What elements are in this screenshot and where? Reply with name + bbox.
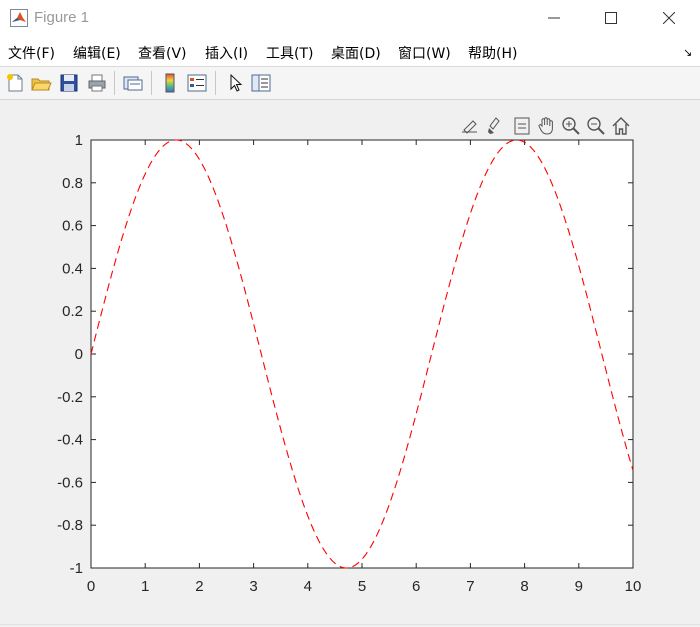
x-tick-label: 1 [141,578,149,595]
x-tick-labels: 0 1 2 3 4 5 6 7 8 9 10 [87,578,642,595]
x-tick-label: 6 [412,578,420,595]
x-tick-label: 3 [249,578,257,595]
y-tick-label: -1 [70,560,83,577]
x-tick-label: 7 [466,578,474,595]
x-tick-label: 10 [625,578,642,595]
y-tick-label: 0 [75,346,83,363]
y-tick-label: 0.2 [62,303,83,320]
y-tick-label: 0.4 [62,260,83,277]
y-tick-label: -0.8 [57,517,83,534]
y-tick-label: 1 [75,132,83,149]
y-tick-label: -0.6 [57,474,83,491]
y-tick-label: -0.4 [57,432,83,449]
y-tick-label: 0.8 [62,175,83,192]
x-tick-label: 8 [520,578,528,595]
x-tick-label: 2 [195,578,203,595]
x-tick-label: 5 [358,578,366,595]
x-tick-label: 0 [87,578,95,595]
x-tick-label: 4 [304,578,312,595]
x-tick-label: 9 [575,578,583,595]
plot-canvas: 0 1 2 3 4 5 6 7 8 9 10 -1 -0.8 -0.6 -0.4 -0.2 0 0.2 0.4 0.… [57,132,642,595]
y-tick-label: 0.6 [62,218,83,235]
axes-area[interactable] [90,139,634,569]
window-bottom-edge [0,624,700,625]
y-tick-label: -0.2 [57,389,83,406]
y-tick-labels: -1 -0.8 -0.6 -0.4 -0.2 0 0.2 0.4 0.6 0.8 1 [57,132,83,577]
